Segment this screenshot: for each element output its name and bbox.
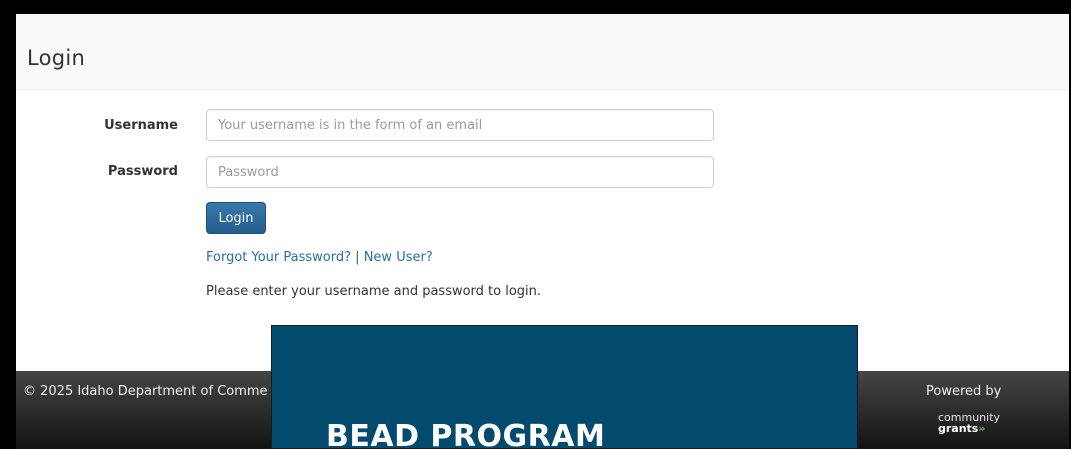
- overlay-title: BEAD PROGRAM: [326, 419, 606, 449]
- username-input[interactable]: [206, 109, 714, 141]
- logo-line-grants: grants: [938, 422, 979, 435]
- logo-chevron-icon: »: [978, 422, 986, 435]
- page-header: Login: [16, 14, 1069, 90]
- password-label: Password: [107, 164, 178, 179]
- bead-program-overlay: BEAD PROGRAM: [271, 325, 858, 449]
- login-button[interactable]: Login: [206, 202, 266, 234]
- powered-by-text: Powered by: [926, 384, 1002, 399]
- community-grants-logo[interactable]: community grants»: [938, 412, 1000, 434]
- link-separator: |: [355, 250, 360, 265]
- page-title: Login: [27, 46, 86, 70]
- account-links: Forgot Your Password? | New User?: [206, 250, 433, 265]
- password-input[interactable]: [206, 156, 714, 188]
- login-help-text: Please enter your username and password …: [206, 284, 542, 299]
- forgot-password-link[interactable]: Forgot Your Password?: [206, 250, 351, 265]
- copyright-text: © 2025 Idaho Department of Comme: [23, 384, 268, 399]
- username-label: Username: [104, 118, 178, 133]
- new-user-link[interactable]: New User?: [364, 250, 433, 265]
